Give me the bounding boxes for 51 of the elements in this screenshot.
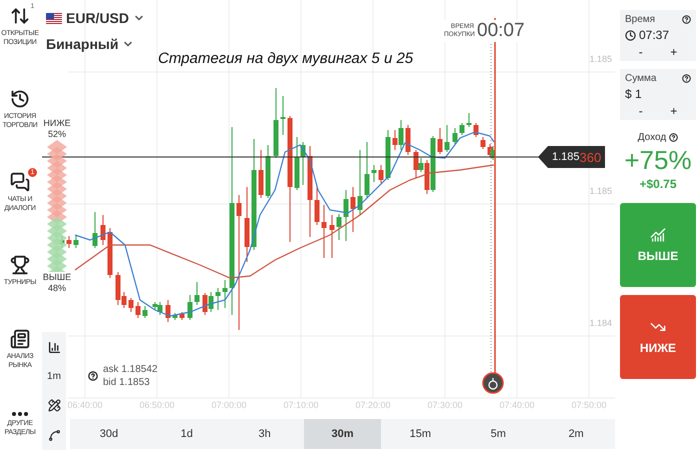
card-label: Время	[625, 14, 656, 25]
sentiment-label: НИЖЕ	[43, 118, 71, 129]
timeframe-tab[interactable]: 3h	[226, 419, 304, 449]
chart-caption: Стратегия на двух мувингах 5 и 25	[158, 50, 414, 67]
card-label: Сумма	[625, 73, 656, 84]
help-icon[interactable]	[682, 15, 691, 24]
sort-arrows-icon	[10, 6, 30, 26]
amount-value: $ 1	[625, 87, 642, 101]
decrease-button[interactable]: -	[632, 45, 649, 59]
price-axis-label: 1.184	[589, 318, 612, 328]
timeframe-tab[interactable]: 30m	[304, 419, 382, 449]
timeframe-tab[interactable]: 1d	[148, 419, 226, 449]
newspaper-icon	[10, 329, 30, 349]
decrease-button[interactable]: -	[632, 104, 649, 118]
stopwatch-icon	[482, 372, 504, 394]
history-icon	[10, 89, 30, 109]
trend-up-icon	[650, 227, 666, 243]
drawing-tools-icon[interactable]	[48, 398, 60, 412]
sentiment-label: ВЫШЕ	[42, 272, 72, 283]
flag-icon	[46, 12, 62, 24]
price-tag: 1.185360	[538, 146, 606, 168]
profit-amount: +$0.75	[639, 177, 677, 191]
bid-price: bid 1.1853	[103, 377, 151, 388]
more-icon	[12, 412, 28, 416]
help-icon[interactable]	[669, 133, 678, 142]
lower-button[interactable]: НИЖЕ	[620, 295, 696, 379]
help-icon[interactable]	[682, 74, 691, 83]
indicators-icon[interactable]	[48, 428, 60, 442]
asset-selector[interactable]: EUR/USD	[46, 10, 146, 26]
timeframe-tab[interactable]: 30d	[70, 419, 148, 449]
interval-selector[interactable]: 1m	[47, 370, 61, 382]
timeframe-tab[interactable]: 15m	[381, 419, 460, 449]
mode-selector[interactable]: Бинарный	[46, 36, 134, 52]
help-icon[interactable]	[88, 371, 98, 381]
profit-percent: +75%	[624, 145, 692, 175]
price-axis-label: 1.185	[589, 54, 612, 64]
trophy-icon	[10, 255, 30, 275]
increase-button[interactable]: +	[664, 45, 684, 59]
price-axis-label: 1.185	[589, 186, 612, 196]
sentiment-value: 48%	[48, 283, 66, 294]
sentiment-value: 52%	[48, 129, 66, 140]
bar-chart-icon[interactable]	[48, 340, 60, 354]
chat-icon	[10, 172, 30, 192]
clock-icon	[625, 30, 636, 40]
ask-price: ask 1.18542	[103, 364, 158, 375]
increase-button[interactable]: +	[664, 104, 684, 118]
timeframe-tab[interactable]: 2m	[537, 419, 616, 449]
timer-value: 00:07	[477, 20, 525, 42]
profit-label: Доход	[638, 132, 666, 143]
time-value: 07:37	[639, 28, 670, 42]
timeframe-tab[interactable]: 5m	[459, 419, 538, 449]
